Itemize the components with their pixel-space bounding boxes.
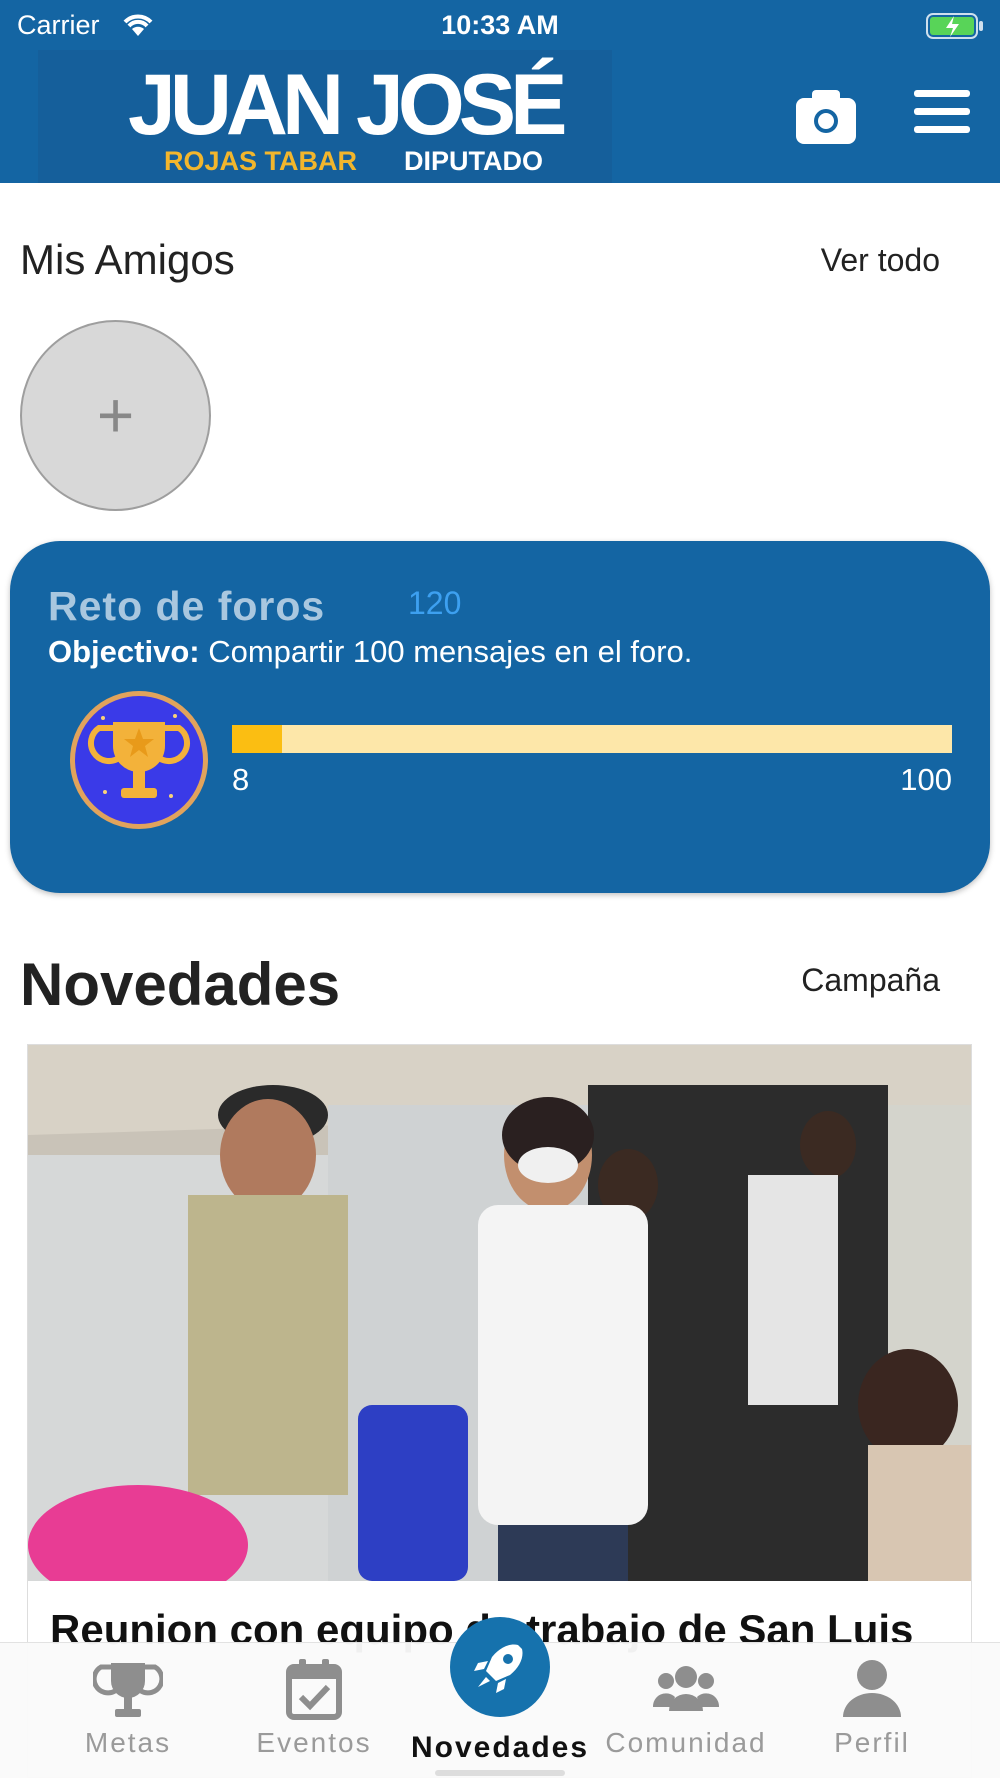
tab-perfil-label: Perfil bbox=[834, 1727, 910, 1758]
app-header: Carrier 10:33 AM JUAN JOSÉ ROJAS TABAR D… bbox=[0, 0, 1000, 183]
challenge-progress-bar bbox=[232, 725, 952, 753]
news-photo bbox=[28, 1045, 971, 1581]
see-all-friends-link[interactable]: Ver todo bbox=[821, 242, 940, 279]
battery-icon bbox=[926, 12, 984, 45]
challenge-goal-text: Compartir 100 mensajes en el foro. bbox=[199, 634, 693, 669]
progress-target-value: 100 bbox=[900, 762, 952, 797]
challenge-goal-label: Objectivo: bbox=[48, 634, 200, 669]
challenge-progress-fill bbox=[232, 725, 283, 753]
tab-eventos[interactable]: Eventos bbox=[224, 1643, 404, 1778]
tab-eventos-label: Eventos bbox=[256, 1727, 372, 1758]
news-section-title: Novedades bbox=[20, 951, 341, 1018]
news-category-filter[interactable]: Campaña bbox=[801, 962, 940, 999]
tab-novedades-label: Novedades bbox=[410, 1731, 590, 1764]
users-icon bbox=[652, 1666, 720, 1711]
menu-button[interactable] bbox=[914, 90, 970, 142]
brand-logo: JUAN JOSÉ ROJAS TABAR DIPUTADO bbox=[38, 50, 612, 183]
plus-icon: + bbox=[96, 379, 135, 451]
hamburger-menu-icon bbox=[914, 90, 970, 97]
challenge-card[interactable]: Reto de foros 120 Objectivo: Compartir 1… bbox=[10, 541, 990, 893]
logo-subtitle-left: ROJAS TABAR bbox=[164, 146, 358, 176]
progress-current-value: 8 bbox=[232, 762, 250, 797]
camera-icon bbox=[796, 90, 856, 144]
trophy-icon bbox=[88, 714, 190, 798]
novedades-fab-button[interactable] bbox=[450, 1617, 550, 1717]
trophy-icon bbox=[93, 1663, 163, 1717]
challenge-score: 120 bbox=[408, 585, 462, 621]
tab-metas[interactable]: Metas bbox=[38, 1643, 218, 1778]
trophy-badge bbox=[70, 691, 208, 829]
add-friend-button[interactable]: + bbox=[20, 320, 211, 511]
tab-comunidad-label: Comunidad bbox=[605, 1727, 767, 1758]
logo-subtitle-right: DIPUTADO bbox=[404, 146, 543, 176]
logo-main-text: JUAN JOSÉ bbox=[128, 57, 567, 153]
user-icon bbox=[843, 1660, 901, 1717]
challenge-goal: Objectivo: Compartir 100 mensajes en el … bbox=[48, 634, 692, 670]
camera-button[interactable] bbox=[796, 88, 856, 144]
clock: 10:33 AM bbox=[441, 10, 559, 40]
challenge-title: Reto de foros bbox=[48, 583, 326, 629]
home-indicator bbox=[435, 1770, 565, 1776]
friends-section-title: Mis Amigos bbox=[20, 236, 235, 283]
rocket-icon bbox=[474, 1644, 523, 1693]
tab-comunidad[interactable]: Comunidad bbox=[596, 1643, 776, 1778]
status-bar: Carrier 10:33 AM bbox=[0, 0, 1000, 50]
calendar-check-icon bbox=[286, 1659, 342, 1720]
tab-metas-label: Metas bbox=[84, 1727, 172, 1758]
tab-perfil[interactable]: Perfil bbox=[782, 1643, 962, 1778]
